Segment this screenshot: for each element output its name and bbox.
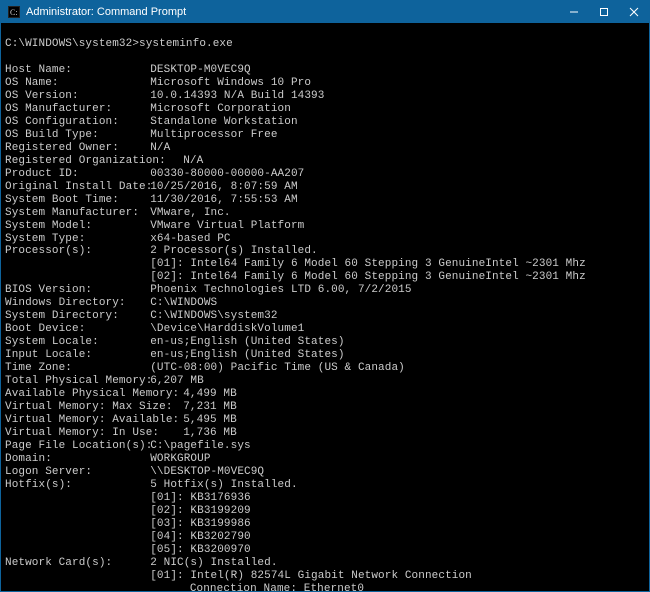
hotfix-4: [04]: KB3202790: [5, 531, 645, 544]
maximize-button[interactable]: [589, 1, 619, 23]
terminal-output[interactable]: C:\WINDOWS\system32>systeminfo.exe Host …: [1, 23, 649, 591]
row-os-version: OS Version:10.0.14393 N/A Build 14393: [5, 90, 324, 102]
row-hotfixes: Hotfix(s):5 Hotfix(s) Installed.: [5, 479, 298, 491]
svg-text:C:: C:: [10, 8, 18, 17]
titlebar[interactable]: C: Administrator: Command Prompt: [1, 1, 649, 23]
row-vm-avail: Virtual Memory: Available:5,495 MB: [5, 414, 237, 426]
hotfix-5: [05]: KB3200970: [5, 544, 645, 557]
command-prompt-window: C: Administrator: Command Prompt C:\WIND…: [0, 0, 650, 592]
row-processors: Processor(s):2 Processor(s) Installed.: [5, 245, 318, 257]
row-vm-max: Virtual Memory: Max Size:7,231 MB: [5, 401, 237, 413]
row-vm-inuse: Virtual Memory: In Use:1,736 MB: [5, 427, 237, 439]
hotfix-3: [03]: KB3199986: [5, 518, 645, 531]
window-title: Administrator: Command Prompt: [26, 6, 559, 18]
row-network: Network Card(s):2 NIC(s) Installed.: [5, 557, 278, 569]
row-domain: Domain:WORKGROUP: [5, 453, 211, 465]
row-os-build-type: OS Build Type:Multiprocessor Free: [5, 129, 278, 141]
row-registered-org: Registered Organization:N/A: [5, 155, 203, 167]
row-boot-device: Boot Device:\Device\HarddiskVolume1: [5, 323, 304, 335]
hotfix-1: [01]: KB3176936: [5, 492, 645, 505]
nic-1-connection: Connection Name: Ethernet0: [5, 583, 645, 591]
row-pagefile: Page File Location(s):C:\pagefile.sys: [5, 440, 251, 452]
row-system-dir: System Directory:C:\WINDOWS\system32: [5, 310, 278, 322]
row-system-manufacturer: System Manufacturer:VMware, Inc.: [5, 207, 231, 219]
hotfix-2: [02]: KB3199209: [5, 505, 645, 518]
row-input-locale: Input Locale:en-us;English (United State…: [5, 349, 345, 361]
row-product-id: Product ID:00330-80000-00000-AA207: [5, 168, 304, 180]
window-controls: [559, 1, 649, 23]
cmd-icon: C:: [7, 5, 21, 19]
processor-2: [02]: Intel64 Family 6 Model 60 Stepping…: [5, 271, 645, 284]
row-avail-phys: Available Physical Memory:4,499 MB: [5, 388, 237, 400]
minimize-button[interactable]: [559, 1, 589, 23]
row-system-boot: System Boot Time:11/30/2016, 7:55:53 AM: [5, 194, 298, 206]
row-system-type: System Type:x64-based PC: [5, 233, 231, 245]
row-os-manufacturer: OS Manufacturer:Microsoft Corporation: [5, 103, 291, 115]
row-windows-dir: Windows Directory:C:\WINDOWS: [5, 297, 217, 309]
row-system-model: System Model:VMware Virtual Platform: [5, 220, 304, 232]
close-button[interactable]: [619, 1, 649, 23]
row-system-locale: System Locale:en-us;English (United Stat…: [5, 336, 345, 348]
row-host-name: Host Name:DESKTOP-M0VEC9Q: [5, 64, 251, 76]
processor-1: [01]: Intel64 Family 6 Model 60 Stepping…: [5, 258, 645, 271]
row-total-phys: Total Physical Memory:6,207 MB: [5, 375, 204, 387]
row-bios: BIOS Version:Phoenix Technologies LTD 6.…: [5, 284, 412, 296]
row-time-zone: Time Zone:(UTC-08:00) Pacific Time (US &…: [5, 362, 405, 374]
nic-1: [01]: Intel(R) 82574L Gigabit Network Co…: [5, 570, 645, 583]
prompt-line: C:\WINDOWS\system32>systeminfo.exe: [5, 38, 233, 50]
row-registered-owner: Registered Owner:N/A: [5, 142, 170, 154]
row-os-name: OS Name:Microsoft Windows 10 Pro: [5, 77, 311, 89]
row-logon-server: Logon Server:\\DESKTOP-M0VEC9Q: [5, 466, 264, 478]
row-original-install: Original Install Date:10/25/2016, 8:07:5…: [5, 181, 298, 193]
row-os-configuration: OS Configuration:Standalone Workstation: [5, 116, 298, 128]
